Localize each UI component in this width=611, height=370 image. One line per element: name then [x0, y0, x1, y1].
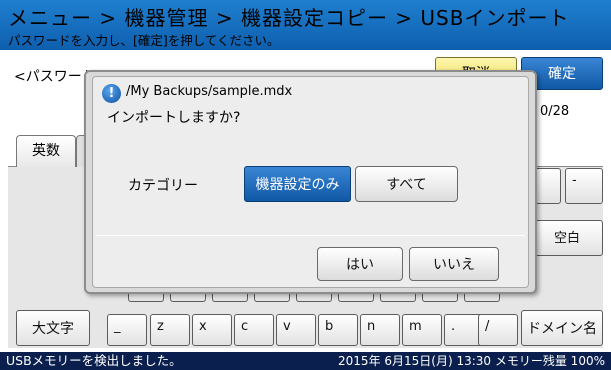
- dialog-question: インポートしますか?: [107, 110, 241, 126]
- info-icon: !: [102, 84, 121, 103]
- uppercase-key[interactable]: 大文字: [16, 310, 90, 346]
- tab-alphanumeric[interactable]: 英数: [16, 135, 76, 167]
- category-label: カテゴリー: [128, 178, 198, 194]
- keyboard-key[interactable]: z: [150, 314, 190, 346]
- keyboard-key[interactable]: /: [478, 314, 518, 346]
- no-button[interactable]: いいえ: [409, 247, 499, 281]
- keyboard-key[interactable]: _: [107, 314, 147, 346]
- keyboard-key[interactable]: -: [565, 168, 603, 204]
- status-message: USBメモリーを検出しました。: [6, 353, 182, 368]
- space-key[interactable]: 空白: [531, 220, 603, 256]
- char-counter: 0/28: [540, 104, 570, 119]
- breadcrumb: メニュー > 機器管理 > 機器設定コピー > USBインポート: [8, 6, 570, 30]
- file-path: /My Backups/sample.mdx: [126, 84, 293, 99]
- domain-name-key[interactable]: ドメイン名: [521, 310, 603, 346]
- keyboard-key[interactable]: m: [402, 314, 442, 346]
- keyboard-key[interactable]: c: [234, 314, 274, 346]
- dialog-divider: [96, 235, 525, 236]
- keyboard-key[interactable]: b: [318, 314, 358, 346]
- keyboard-key[interactable]: v: [276, 314, 316, 346]
- yes-button[interactable]: はい: [317, 247, 403, 281]
- keyboard-key[interactable]: n: [360, 314, 400, 346]
- keyboard-key[interactable]: x: [192, 314, 232, 346]
- status-datetime: 2015年 6月15日(月) 13:30 メモリー残量 100%: [338, 354, 605, 368]
- category-all-button[interactable]: すべて: [355, 166, 458, 202]
- instruction-text: パスワードを入力し、[確定]を押してください。: [8, 33, 280, 48]
- category-device-only-button[interactable]: 機器設定のみ: [244, 166, 351, 202]
